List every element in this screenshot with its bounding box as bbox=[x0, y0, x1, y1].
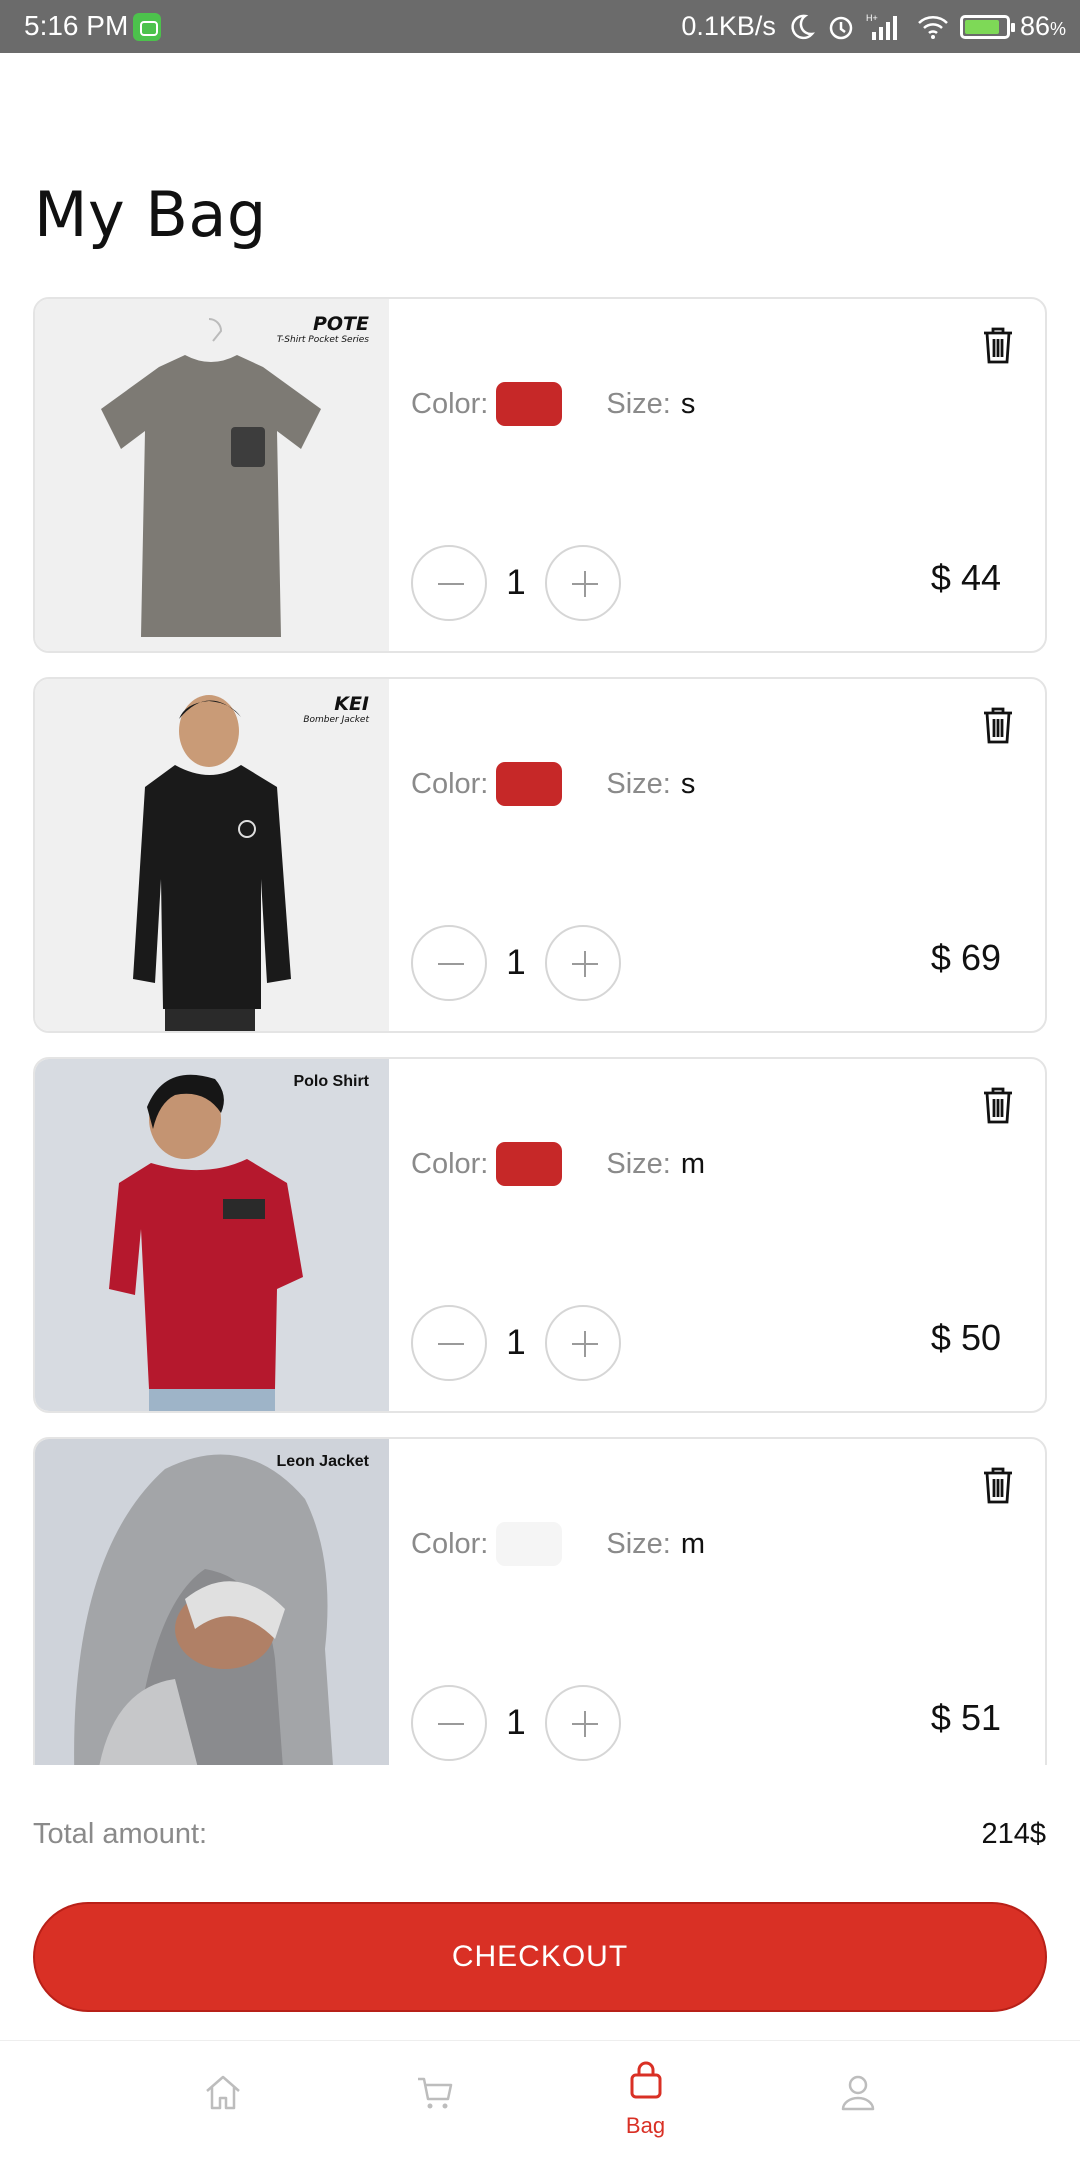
profile-icon bbox=[841, 2075, 875, 2111]
item-attributes: Color: Size: m bbox=[411, 1521, 705, 1567]
item-price: $ 69 bbox=[930, 937, 1001, 978]
nav-item-bag[interactable]: Bag bbox=[578, 2041, 713, 2160]
color-swatch bbox=[496, 382, 563, 426]
decrease-quantity-button[interactable] bbox=[411, 925, 487, 1001]
bag-item-card[interactable]: Leon Jacket Color: Size: m 1 $ 51 bbox=[33, 1437, 1047, 1765]
home-icon bbox=[206, 2075, 240, 2110]
quantity-stepper[interactable]: 1 bbox=[411, 545, 621, 621]
quantity-stepper[interactable]: 1 bbox=[411, 1305, 621, 1381]
size-label: Size: bbox=[606, 387, 671, 420]
total-amount-label: Total amount: bbox=[33, 1818, 208, 1850]
product-brand: POTE T-Shirt Pocket Series bbox=[276, 313, 369, 345]
increase-quantity-button[interactable] bbox=[545, 925, 621, 1001]
wifi-icon bbox=[918, 15, 948, 39]
alarm-icon bbox=[829, 16, 853, 39]
bag-item-list[interactable]: POTE T-Shirt Pocket Series Color: Size: … bbox=[33, 297, 1047, 1765]
color-label: Color: bbox=[411, 1147, 489, 1180]
signal-icon: H+ bbox=[866, 13, 897, 40]
order-summary: Total amount: 214$ CHECKOUT bbox=[0, 1765, 1080, 2040]
decrease-quantity-button[interactable] bbox=[411, 545, 487, 621]
color-swatch bbox=[496, 762, 563, 806]
bag-item-card[interactable]: KEI Bomber Jacket Color: Size: s 1 $ 69 bbox=[33, 677, 1047, 1033]
increase-quantity-button[interactable] bbox=[545, 545, 621, 621]
bag-item-card[interactable]: POTE T-Shirt Pocket Series Color: Size: … bbox=[33, 297, 1047, 653]
size-label: Size: bbox=[606, 1527, 671, 1560]
size-value: s bbox=[680, 387, 696, 420]
battery-percent: 86% bbox=[1019, 11, 1066, 41]
item-attributes: Color: Size: m bbox=[411, 1141, 705, 1187]
nav-item-shop[interactable] bbox=[367, 2041, 502, 2160]
moon-icon bbox=[791, 14, 815, 39]
color-label: Color: bbox=[411, 767, 489, 800]
item-attributes: Color: Size: s bbox=[411, 761, 695, 807]
item-attributes: Color: Size: s bbox=[411, 381, 695, 427]
quantity-value: 1 bbox=[506, 1703, 526, 1742]
size-value: s bbox=[680, 767, 696, 800]
item-price: $ 51 bbox=[930, 1697, 1001, 1738]
product-brand: Polo Shirt bbox=[293, 1073, 369, 1090]
trash-icon[interactable] bbox=[981, 705, 1015, 745]
increase-quantity-button[interactable] bbox=[545, 1685, 621, 1761]
size-label: Size: bbox=[606, 1147, 671, 1180]
quantity-stepper[interactable]: 1 bbox=[411, 925, 621, 1001]
bottom-navigation: Bag bbox=[0, 2040, 1080, 2160]
product-brand: KEI Bomber Jacket bbox=[303, 693, 369, 725]
size-label: Size: bbox=[606, 767, 671, 800]
svg-text:H+: H+ bbox=[866, 13, 878, 23]
app-notification-icon bbox=[133, 13, 161, 41]
decrease-quantity-button[interactable] bbox=[411, 1305, 487, 1381]
increase-quantity-button[interactable] bbox=[545, 1305, 621, 1381]
page-title: My Bag bbox=[34, 178, 267, 251]
bag-icon bbox=[630, 2061, 662, 2099]
color-swatch bbox=[496, 1142, 563, 1186]
status-time: 5:16 PM bbox=[24, 10, 129, 41]
battery-icon bbox=[959, 14, 1015, 39]
quantity-value: 1 bbox=[506, 943, 526, 982]
size-value: m bbox=[680, 1527, 706, 1560]
color-swatch bbox=[496, 1522, 563, 1566]
network-speed: 0.1KB/s bbox=[681, 11, 776, 41]
product-image: POTE T-Shirt Pocket Series bbox=[35, 299, 389, 651]
color-label: Color: bbox=[411, 387, 489, 420]
trash-icon[interactable] bbox=[981, 325, 1015, 365]
bag-item-card[interactable]: Polo Shirt Color: Size: m 1 $ 50 bbox=[33, 1057, 1047, 1413]
product-brand: Leon Jacket bbox=[276, 1453, 369, 1470]
quantity-value: 1 bbox=[506, 1323, 526, 1362]
nav-item-profile[interactable] bbox=[790, 2041, 925, 2160]
checkout-button[interactable]: CHECKOUT bbox=[33, 1902, 1047, 2012]
product-image: Polo Shirt bbox=[35, 1059, 389, 1411]
decrease-quantity-button[interactable] bbox=[411, 1685, 487, 1761]
trash-icon[interactable] bbox=[981, 1085, 1015, 1125]
total-amount-value: 214$ bbox=[981, 1818, 1046, 1850]
trash-icon[interactable] bbox=[981, 1465, 1015, 1505]
cart-icon bbox=[418, 2077, 453, 2109]
item-price: $ 44 bbox=[930, 557, 1001, 598]
product-image: Leon Jacket bbox=[35, 1439, 389, 1765]
color-label: Color: bbox=[411, 1527, 489, 1560]
status-right: 0.1KB/s H+ 86% bbox=[681, 0, 1066, 53]
nav-label-bag: Bag bbox=[625, 2113, 666, 2138]
product-image: KEI Bomber Jacket bbox=[35, 679, 389, 1031]
quantity-stepper[interactable]: 1 bbox=[411, 1685, 621, 1761]
nav-item-home[interactable] bbox=[155, 2041, 290, 2160]
status-bar: 5:16 PM 0.1KB/s H+ 86% bbox=[0, 0, 1080, 53]
item-price: $ 50 bbox=[930, 1317, 1001, 1358]
size-value: m bbox=[680, 1147, 706, 1180]
quantity-value: 1 bbox=[506, 563, 526, 602]
